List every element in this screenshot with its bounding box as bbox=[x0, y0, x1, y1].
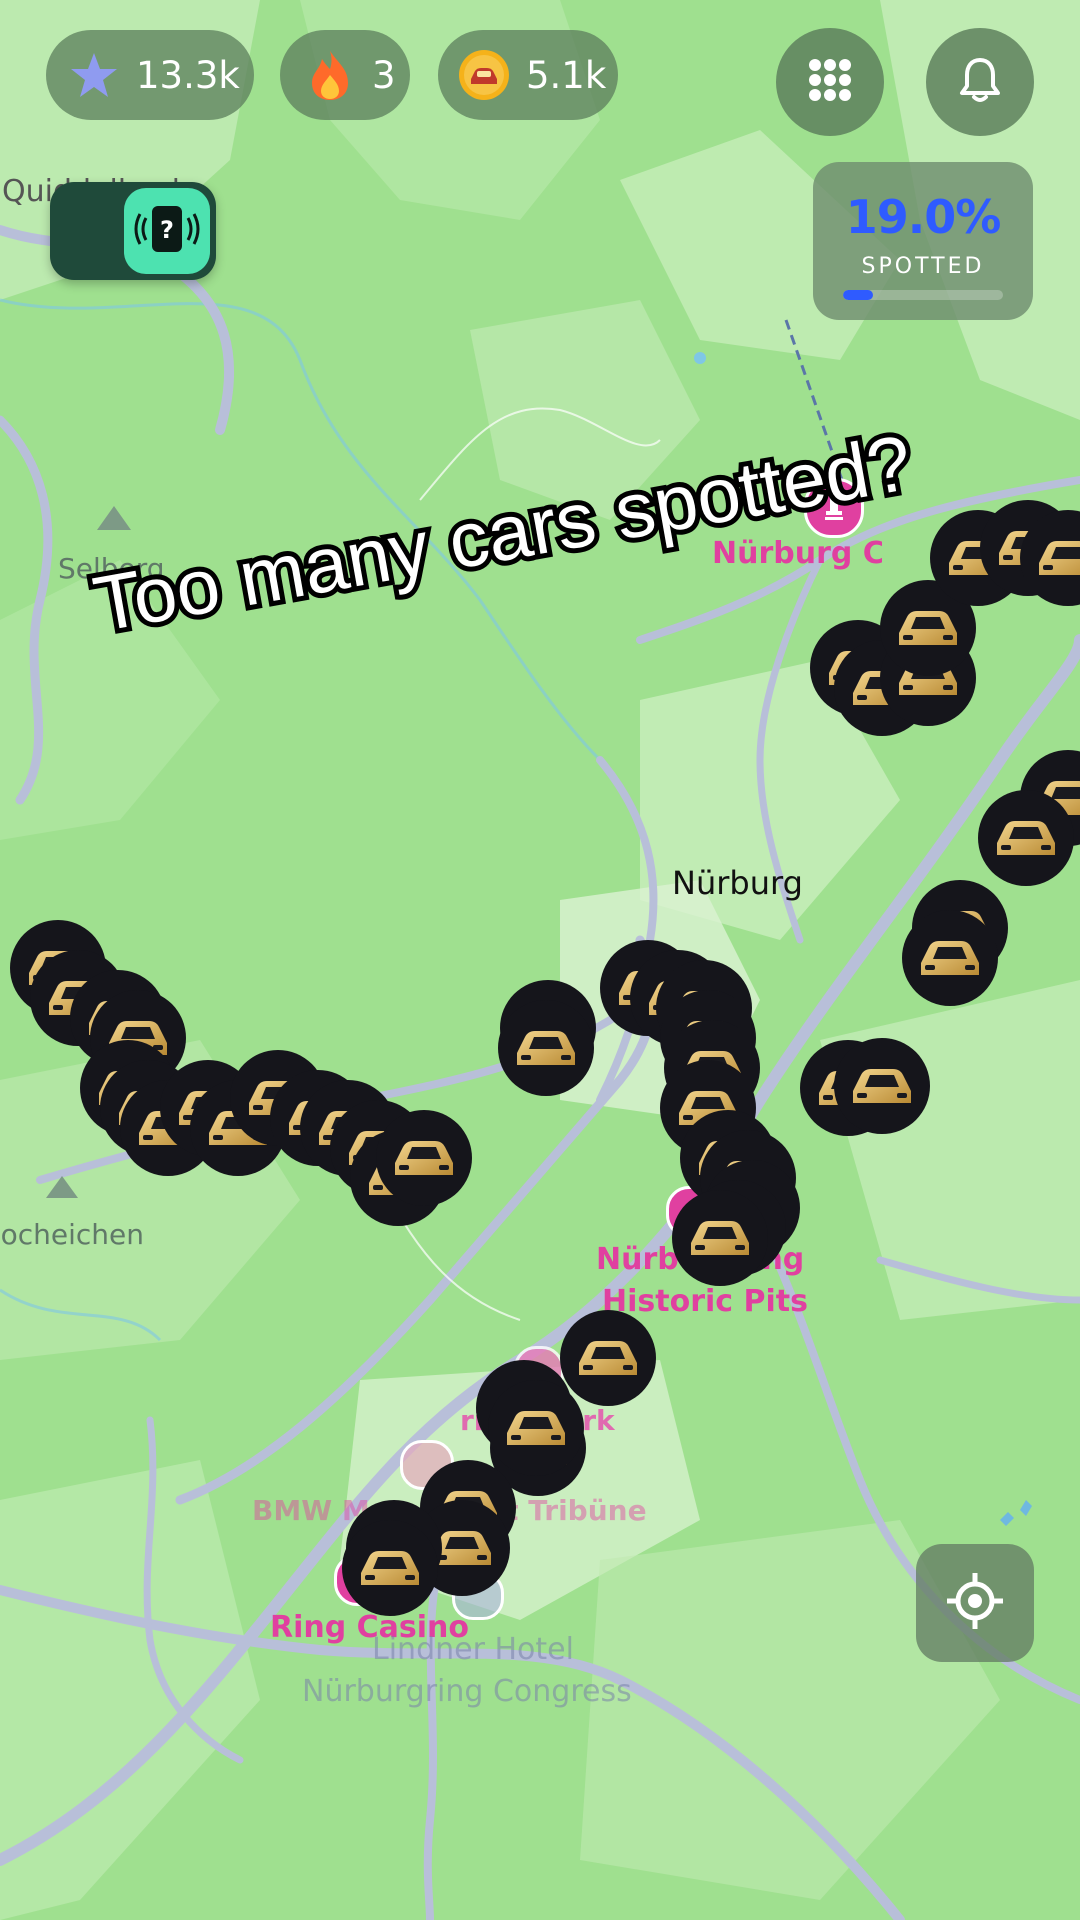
menu-button[interactable] bbox=[776, 28, 884, 136]
car-marker-icon bbox=[899, 611, 957, 645]
bell-icon bbox=[958, 56, 1002, 108]
xp-value: 13.3k bbox=[136, 53, 240, 97]
coin-value: 5.1k bbox=[526, 53, 607, 97]
car-marker[interactable] bbox=[672, 1190, 768, 1286]
car-marker[interactable] bbox=[498, 1000, 594, 1096]
streak-counter[interactable]: 3 bbox=[280, 30, 410, 120]
car-marker[interactable] bbox=[488, 1380, 584, 1476]
locate-me-button[interactable] bbox=[916, 1544, 1034, 1662]
xp-counter[interactable]: 13.3k bbox=[46, 30, 254, 120]
mountain-icon bbox=[97, 506, 131, 530]
grid-icon bbox=[807, 57, 853, 107]
spotted-percent: 19.0% bbox=[845, 190, 1002, 244]
car-coin-icon bbox=[456, 47, 512, 103]
car-marker-icon bbox=[517, 1031, 575, 1065]
car-marker-icon bbox=[1039, 541, 1080, 575]
car-marker-icon bbox=[997, 821, 1055, 855]
streak-value: 3 bbox=[372, 53, 396, 97]
car-marker[interactable] bbox=[342, 1520, 438, 1616]
coin-counter[interactable]: 5.1k bbox=[438, 30, 618, 120]
map-label-nuerburg-castle: Nürburg Castle bbox=[712, 536, 882, 571]
car-marker-icon bbox=[921, 941, 979, 975]
mountain-icon bbox=[46, 1176, 78, 1198]
car-marker[interactable] bbox=[902, 910, 998, 1006]
car-marker-icon bbox=[361, 1551, 419, 1585]
car-marker-icon bbox=[395, 1141, 453, 1175]
car-marker-icon bbox=[853, 1069, 911, 1103]
map-label-nuerburg: Nürburg bbox=[672, 864, 803, 902]
star-icon bbox=[66, 47, 122, 103]
map-label-hocheichen: Hocheichen bbox=[0, 1218, 144, 1251]
spotted-progress-fill bbox=[843, 290, 874, 300]
scanner-toggle[interactable]: ? bbox=[50, 182, 216, 280]
car-marker[interactable] bbox=[978, 790, 1074, 886]
spotted-progress-card[interactable]: 19.0% SPOTTED bbox=[813, 162, 1033, 320]
car-marker-icon bbox=[579, 1341, 637, 1375]
notifications-button[interactable] bbox=[926, 28, 1034, 136]
car-marker[interactable] bbox=[560, 1310, 656, 1406]
car-marker-icon bbox=[507, 1411, 565, 1445]
mystery-scanner-icon: ? bbox=[132, 202, 202, 260]
map-label-hotel-sub: Nürburgring Congress bbox=[302, 1674, 632, 1709]
map-label-hotel-name: Lindner Hotel bbox=[372, 1632, 574, 1667]
crosshair-icon bbox=[945, 1571, 1005, 1635]
flame-icon bbox=[302, 47, 358, 103]
map-label-historic-pits-sub: Historic Pits bbox=[602, 1284, 808, 1319]
car-marker-icon bbox=[691, 1221, 749, 1255]
spotted-progress-bar bbox=[843, 290, 1003, 300]
svg-text:?: ? bbox=[160, 216, 174, 244]
car-marker[interactable] bbox=[376, 1110, 472, 1206]
car-marker[interactable] bbox=[834, 1038, 930, 1134]
scanner-knob: ? bbox=[124, 188, 210, 274]
spotted-label: SPOTTED bbox=[861, 254, 985, 279]
